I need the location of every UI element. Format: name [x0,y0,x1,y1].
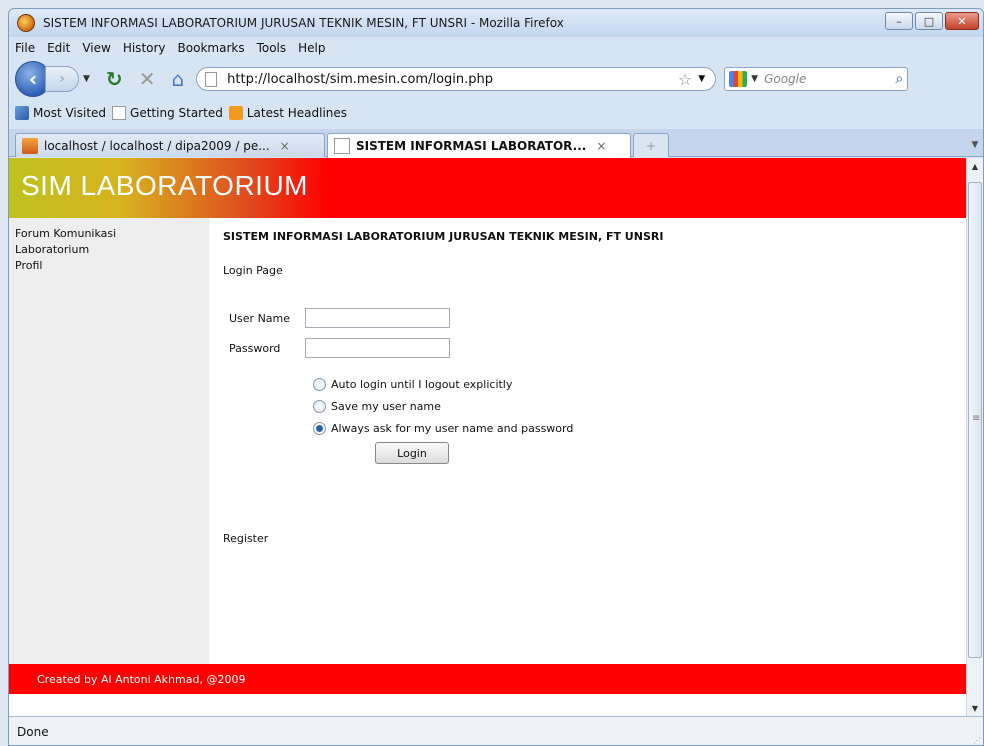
password-input[interactable] [305,338,450,358]
tab-phpmyadmin[interactable]: localhost / localhost / dipa2009 / pe...… [15,133,325,157]
search-icon[interactable]: ⌕ [895,71,903,87]
reload-icon[interactable]: ↻ [106,67,123,91]
home-icon[interactable]: ⌂ [171,67,184,91]
bookmark-label: Most Visited [33,105,107,120]
page-subtitle: Login Page [223,264,283,277]
option-always-ask[interactable]: Always ask for my user name and password [313,422,573,435]
menu-tools[interactable]: Tools [257,41,287,55]
page-icon [112,106,127,121]
scroll-thumb[interactable]: ≡ [968,182,982,658]
menu-help[interactable]: Help [298,41,325,55]
page-bottom-space [9,694,968,716]
site-header: SIM LABORATORIUM [9,158,968,218]
sidebar-item-laboratorium[interactable]: Laboratorium [15,242,203,258]
status-bar: Done ⋰ [9,716,983,745]
tab-label: localhost / localhost / dipa2009 / pe... [44,138,270,153]
page-icon [205,71,218,87]
title-bar: SISTEM INFORMASI LABORATORIUM JURUSAN TE… [9,9,983,37]
url-bar[interactable]: http://localhost/sim.mesin.com/login.php… [196,67,717,91]
bookmark-label: Latest Headlines [246,105,348,120]
forward-button[interactable]: › [45,66,79,92]
page-icon [334,138,350,154]
option-auto-login[interactable]: Auto login until I logout explicitly [313,378,512,391]
window-controls: – □ ✕ [885,12,979,30]
back-arrow-icon: ‹ [28,67,38,91]
page-heading: SISTEM INFORMASI LABORATORIUM JURUSAN TE… [223,230,664,243]
forward-arrow-icon: › [59,71,65,87]
scroll-up-icon[interactable]: ▲ [967,158,983,174]
bookmark-star-icon[interactable]: ☆ [678,70,692,89]
tab-bar: localhost / localhost / dipa2009 / pe...… [9,129,983,158]
minimize-button[interactable]: – [885,12,913,30]
status-text: Done [17,725,49,739]
page-viewport: SIM LABORATORIUM Forum Komunikasi Labora… [9,158,968,716]
site-footer: Created by Al Antoni Akhmad, @2009 [9,664,968,694]
bookmark-most-visited[interactable]: Most Visited [15,106,106,121]
phpmyadmin-icon [22,137,38,154]
menu-bookmarks[interactable]: Bookmarks [178,41,245,55]
bookmarks-toolbar: Most Visited Getting Started Latest Head… [9,101,983,125]
grip-icon: ≡ [972,413,981,424]
menu-bar: File Edit View History Bookmarks Tools H… [9,37,983,59]
tab-label: SISTEM INFORMASI LABORATOR... [356,139,587,153]
bookmark-latest-headlines[interactable]: Latest Headlines [228,105,348,121]
site-logo: SIM LABORATORIUM [21,170,309,201]
password-label: Password [229,342,281,355]
bookmark-getting-started[interactable]: Getting Started [112,106,223,121]
option-label: Always ask for my user name and password [331,422,574,435]
browser-window: SISTEM INFORMASI LABORATORIUM JURUSAN TE… [8,8,984,746]
bookmark-label: Getting Started [130,105,223,120]
username-label: User Name [229,312,291,325]
footer-credit: Created by Al Antoni Akhmad, @2009 [37,673,246,686]
vertical-scrollbar[interactable]: ▲ ≡ ▼ [966,158,983,716]
window-title: SISTEM INFORMASI LABORATORIUM JURUSAN TE… [43,16,564,30]
menu-history[interactable]: History [123,41,166,55]
maximize-button[interactable]: □ [915,12,943,30]
search-bar[interactable]: ▼ Google ⌕ [724,67,909,91]
main-content: SISTEM INFORMASI LABORATORIUM JURUSAN TE… [209,218,968,664]
tab-sim-lab[interactable]: SISTEM INFORMASI LABORATOR... × [327,133,631,158]
radio-save-username[interactable] [313,400,326,413]
sidebar: Forum Komunikasi Laboratorium Profil [9,218,209,664]
menu-file[interactable]: File [15,41,35,55]
menu-view[interactable]: View [82,41,110,55]
stop-icon[interactable]: ✕ [139,67,156,91]
scroll-down-icon[interactable]: ▼ [967,700,983,716]
plus-icon: + [645,138,657,153]
new-tab-button[interactable]: + [633,133,669,157]
tab-close-icon[interactable]: × [280,139,290,153]
search-engine-dropdown-icon[interactable]: ▼ [751,74,758,84]
search-placeholder: Google [764,72,807,86]
option-label: Save my user name [331,400,441,413]
tab-list-dropdown-icon[interactable]: ▼ [967,133,983,157]
menu-edit[interactable]: Edit [47,41,70,55]
radio-always-ask[interactable] [313,422,326,435]
option-save-username[interactable]: Save my user name [313,400,441,413]
option-label: Auto login until I logout explicitly [331,378,513,391]
sidebar-item-profil[interactable]: Profil [15,258,203,274]
most-visited-icon [15,106,29,121]
url-dropdown-icon[interactable]: ▼ [698,74,705,84]
radio-auto-login[interactable] [313,378,326,391]
resize-grip-icon[interactable]: ⋰ [973,736,981,745]
register-link[interactable]: Register [223,532,268,545]
username-input[interactable] [305,308,450,328]
history-dropdown-icon[interactable]: ▼ [83,74,90,84]
navigation-toolbar: ‹ › ▼ ↻ ✕ ⌂ http://localhost/sim.mesin.c… [9,59,983,99]
sidebar-item-forum[interactable]: Forum Komunikasi [15,226,203,242]
url-text[interactable]: http://localhost/sim.mesin.com/login.php [227,72,493,87]
rss-icon [228,106,243,121]
login-button[interactable]: Login [375,442,449,464]
google-icon[interactable] [729,71,748,87]
tab-close-icon[interactable]: × [596,139,606,153]
firefox-icon [17,14,35,32]
close-button[interactable]: ✕ [945,12,979,30]
